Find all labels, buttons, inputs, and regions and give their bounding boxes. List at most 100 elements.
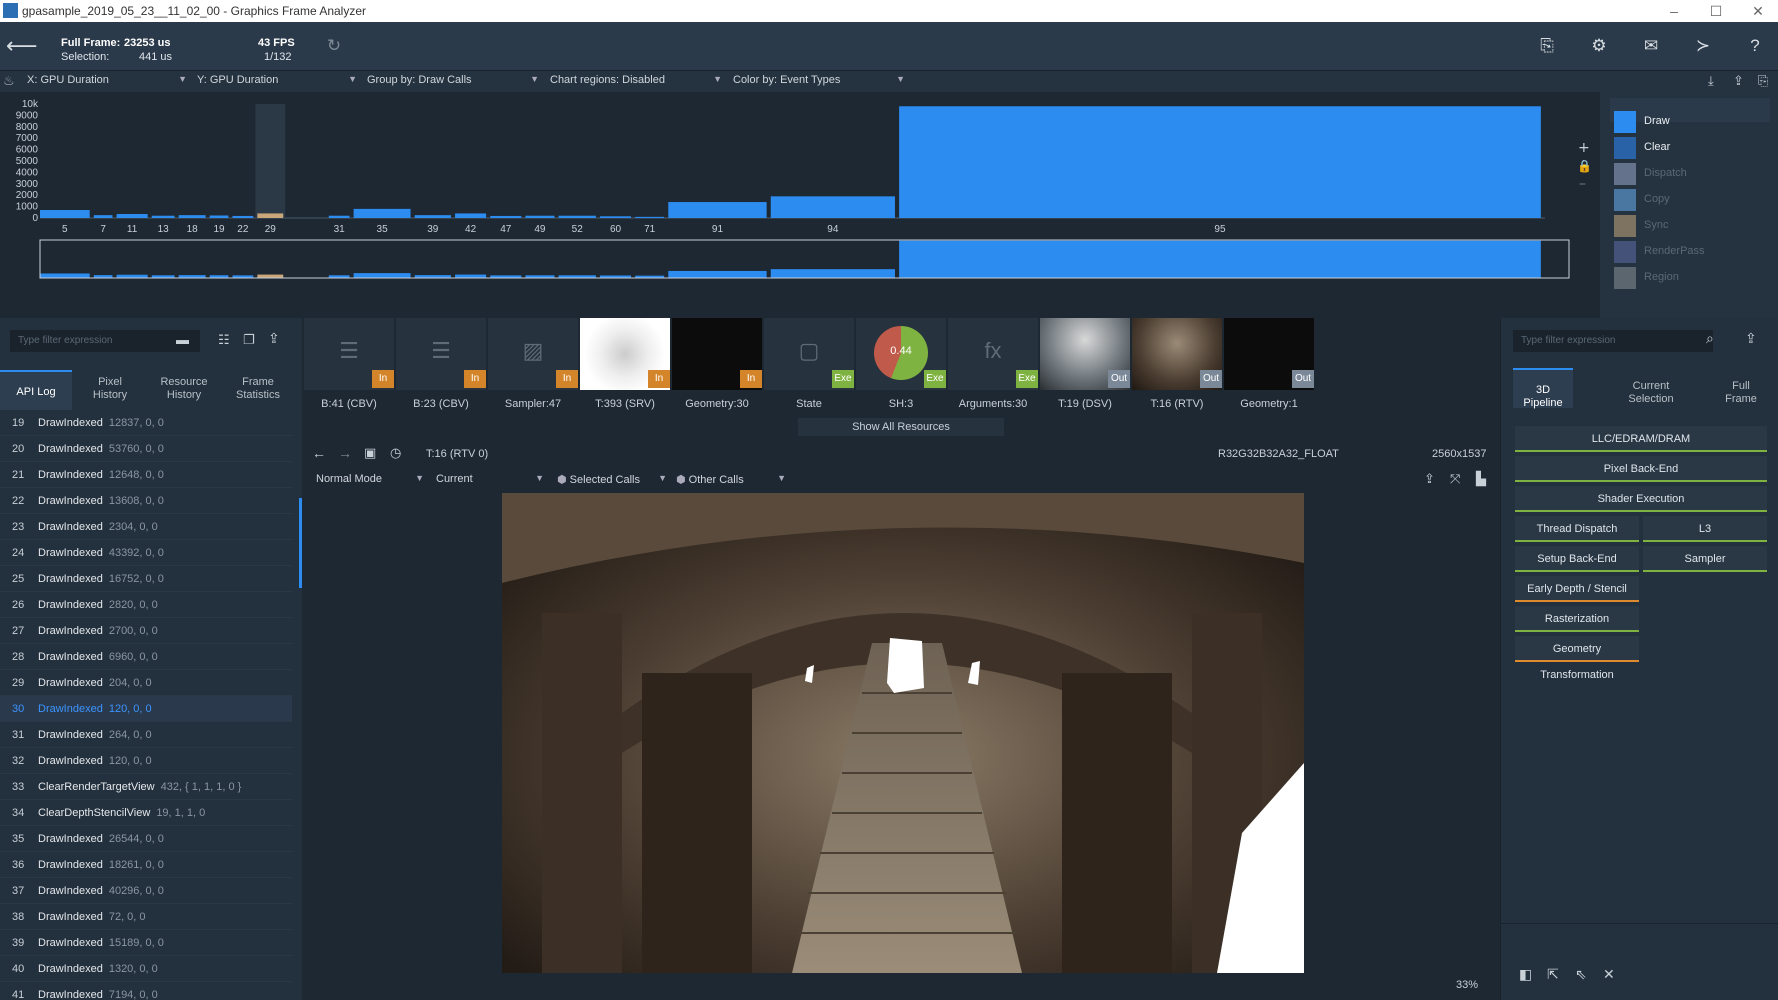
resource-thumbnail[interactable]: In Geometry:30 [672, 318, 762, 426]
legend-item[interactable]: Clear [1614, 136, 1774, 159]
layout-icon[interactable]: ◧ [1519, 966, 1532, 983]
selected-calls-dropdown[interactable]: ⬢ Selected Calls ▼ [557, 473, 667, 489]
table-row[interactable]: 33 ClearRenderTargetView 432, { 1, 1, 1, 0… [0, 774, 292, 800]
show-all-resources-button[interactable]: Show All Resources [798, 418, 1004, 436]
help-icon[interactable]: ? [1741, 32, 1769, 60]
maximize-button[interactable]: ☐ [1699, 2, 1733, 20]
tab-resource-history[interactable]: Resource History [148, 370, 220, 410]
close-button[interactable]: ✕ [1741, 2, 1775, 20]
other-calls-dropdown[interactable]: ⬢ Other Calls ▼ [676, 473, 786, 489]
legend-item[interactable]: RenderPass [1614, 240, 1774, 263]
table-row[interactable]: 26 DrawIndexed 2820, 0, 0 [0, 592, 292, 618]
pixel-backend-button[interactable]: Pixel Back-End [1515, 456, 1767, 482]
table-row[interactable]: 31 DrawIndexed 264, 0, 0 [0, 722, 292, 748]
llc-edram-dram-button[interactable]: LLC/EDRAM/DRAM [1515, 426, 1767, 452]
setup-backend-button[interactable]: Setup Back-End [1515, 546, 1639, 572]
bookmark-icon[interactable]: ⎘ [1758, 73, 1768, 89]
thread-dispatch-button[interactable]: Thread Dispatch [1515, 516, 1639, 542]
gear-icon[interactable]: ⚙ [1585, 32, 1613, 60]
legend-item[interactable]: Sync [1614, 214, 1774, 237]
y-axis-dropdown[interactable]: Y: GPU Duration ▼ [197, 74, 357, 90]
tree-view-icon[interactable]: ☷ [218, 332, 230, 348]
sampler-button[interactable]: Sampler [1643, 546, 1767, 572]
table-row[interactable]: 30 DrawIndexed 120, 0, 0 [0, 696, 292, 722]
zoom-out-icon[interactable]: – [1579, 176, 1586, 192]
fit-icon[interactable]: ⤧ [1450, 471, 1460, 487]
legend-item[interactable]: Dispatch [1614, 162, 1774, 185]
minimize-button[interactable]: – [1657, 2, 1691, 20]
table-row[interactable]: 38 DrawIndexed 72, 0, 0 [0, 904, 292, 930]
close-icon[interactable]: ✕ [1603, 966, 1615, 983]
table-row[interactable]: 28 DrawIndexed 6960, 0, 0 [0, 644, 292, 670]
table-row[interactable]: 27 DrawIndexed 2700, 0, 0 [0, 618, 292, 644]
chart-regions-dropdown[interactable]: Chart regions: Disabled ▼ [550, 74, 722, 90]
table-row[interactable]: 23 DrawIndexed 2304, 0, 0 [0, 514, 292, 540]
table-row[interactable]: 32 DrawIndexed 120, 0, 0 [0, 748, 292, 774]
table-row[interactable]: 29 DrawIndexed 204, 0, 0 [0, 670, 292, 696]
shader-execution-button[interactable]: Shader Execution [1515, 486, 1767, 512]
share-icon[interactable]: ⇪ [268, 330, 280, 347]
image-icon[interactable]: ▣ [364, 445, 376, 461]
tab-frame-statistics[interactable]: Frame Statistics [222, 370, 294, 410]
table-row[interactable]: 34 ClearDepthStencilView 19, 1, 1, 0 [0, 800, 292, 826]
resource-thumbnail[interactable]: ☰ In B:41 (CBV) [304, 318, 394, 426]
legend-item[interactable]: Region [1614, 266, 1774, 289]
resource-thumbnail[interactable]: ☰ In B:23 (CBV) [396, 318, 486, 426]
console-icon[interactable]: ≻ [1689, 32, 1717, 60]
table-row[interactable]: 37 DrawIndexed 40296, 0, 0 [0, 878, 292, 904]
api-filter-input[interactable]: Type filter expression [10, 330, 200, 352]
legend-item[interactable]: Copy [1614, 188, 1774, 211]
resource-thumbnail[interactable]: In T:393 (SRV) [580, 318, 670, 426]
table-row[interactable]: 21 DrawIndexed 12648, 0, 0 [0, 462, 292, 488]
early-depth-stencil-button[interactable]: Early Depth / Stencil [1515, 576, 1639, 602]
table-row[interactable]: 24 DrawIndexed 43392, 0, 0 [0, 540, 292, 566]
resource-thumbnail[interactable]: ▢ Exe State [764, 318, 854, 426]
share-icon[interactable]: ⇪ [1745, 330, 1757, 347]
pin-icon[interactable]: ⇱ [1547, 966, 1559, 983]
tab-api-log[interactable]: API Log [0, 370, 72, 410]
back-arrow-icon[interactable]: ← [312, 445, 326, 461]
pipeline-filter-input[interactable]: Type filter expression [1513, 330, 1713, 352]
x-axis-dropdown[interactable]: X: GPU Duration ▼ [27, 74, 187, 90]
tab-pixel-history[interactable]: Pixel History [74, 370, 146, 410]
table-row[interactable]: 39 DrawIndexed 15189, 0, 0 [0, 930, 292, 956]
tab-current-selection[interactable]: Current Selection [1611, 374, 1691, 414]
refresh-icon[interactable]: ↻ [320, 32, 348, 60]
export-icon[interactable]: ⤓ [1708, 73, 1714, 89]
texture-viewer[interactable]: 33% [302, 493, 1500, 991]
duration-chart[interactable]: 10k 9000 8000 7000 6000 5000 4000 3000 2000 1000 0… [0, 92, 1600, 318]
share-icon[interactable]: ⇪ [1733, 73, 1744, 89]
back-arrow-icon[interactable]: ⟵ [6, 32, 38, 60]
export-icon[interactable]: ⇪ [1424, 471, 1435, 487]
zoom-in-icon[interactable]: + [1578, 140, 1590, 156]
resource-thumbnail[interactable]: ▨ In Sampler:47 [488, 318, 578, 426]
table-row[interactable]: 22 DrawIndexed 13608, 0, 0 [0, 488, 292, 514]
expand-icon[interactable]: ⇖ [1575, 966, 1587, 983]
render-target-image[interactable] [502, 493, 1304, 973]
resource-thumbnail[interactable]: 0.44 Exe SH:3 [856, 318, 946, 426]
table-row[interactable]: 40 DrawIndexed 1320, 0, 0 [0, 956, 292, 982]
resource-thumbnail[interactable]: Out T:19 (DSV) [1040, 318, 1130, 426]
chart-svg[interactable]: 10k9000800070006000500040003000200010000… [0, 92, 1600, 318]
resource-thumbnail[interactable]: Out T:16 (RTV) [1132, 318, 1222, 426]
table-row[interactable]: 36 DrawIndexed 18261, 0, 0 [0, 852, 292, 878]
current-dropdown[interactable]: Current ▼ [436, 473, 544, 489]
table-row[interactable]: 41 DrawIndexed 7194, 0, 0 [0, 982, 292, 1000]
group-by-dropdown[interactable]: Group by: Draw Calls ▼ [367, 74, 539, 90]
resource-thumbnail[interactable]: Out Geometry:1 [1224, 318, 1314, 426]
history-icon[interactable]: ◷ [390, 445, 401, 461]
legend-item[interactable]: Draw [1614, 110, 1774, 133]
tab-3d-pipeline[interactable]: 3D Pipeline [1513, 368, 1573, 409]
resource-thumbnail[interactable]: fx Exe Arguments:30 [948, 318, 1038, 426]
table-row[interactable]: 35 DrawIndexed 26544, 0, 0 [0, 826, 292, 852]
color-by-dropdown[interactable]: Color by: Event Types ▼ [733, 74, 905, 90]
search-icon[interactable]: ⌕ [1706, 330, 1714, 347]
l3-button[interactable]: L3 [1643, 516, 1767, 542]
table-row[interactable]: 25 DrawIndexed 16752, 0, 0 [0, 566, 292, 592]
copy-icon[interactable]: ❐ [243, 332, 255, 348]
view-mode-dropdown[interactable]: Normal Mode ▼ [316, 473, 424, 489]
lock-icon[interactable]: 🔒 [1577, 159, 1592, 173]
mail-icon[interactable]: ✉ [1637, 32, 1665, 60]
tab-full-frame[interactable]: Full Frame [1711, 374, 1771, 414]
table-row[interactable]: 20 DrawIndexed 53760, 0, 0 [0, 436, 292, 462]
